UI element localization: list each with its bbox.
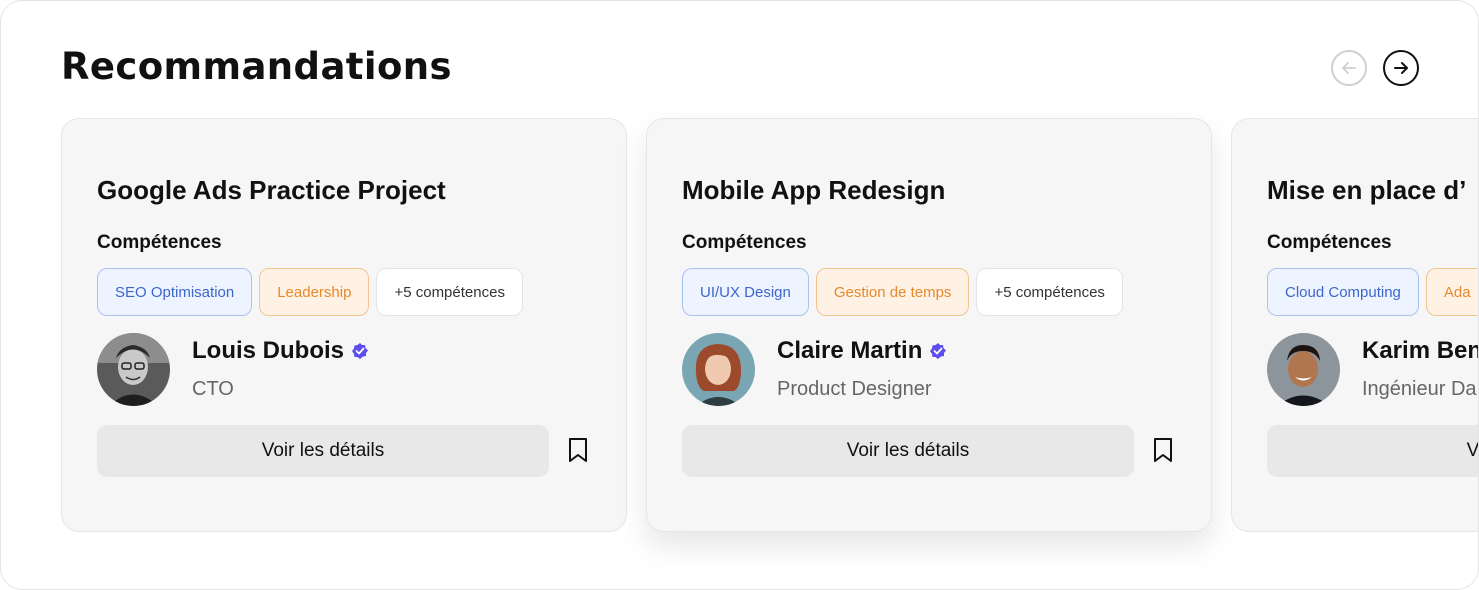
verified-badge-icon [352, 343, 368, 359]
person-role: Product Designer [777, 378, 932, 400]
project-title: Mise en place d’ [1267, 175, 1467, 205]
skill-tag[interactable]: Leadership [259, 268, 370, 316]
skills-label: Compétences [97, 232, 222, 253]
page-title: Recommandations [61, 45, 452, 88]
carousel-prev-button[interactable] [1331, 50, 1367, 86]
skills-label: Compétences [682, 232, 807, 253]
skill-tag[interactable]: UI/UX Design [682, 268, 809, 316]
skill-tag[interactable]: Gestion de temps [815, 268, 970, 316]
skill-tag[interactable]: SEO Optimisation [97, 268, 253, 316]
person-role: Ingénieur Da [1362, 378, 1477, 400]
recommendation-card: Mise en place d’ Compétences Cloud Compu… [1231, 118, 1478, 532]
avatar [1267, 333, 1340, 406]
person-name[interactable]: Claire Martin [777, 337, 922, 365]
skills-label: Compétences [1267, 232, 1392, 253]
more-skills-tag[interactable]: +5 compétences [976, 268, 1123, 316]
verified-badge-icon [930, 343, 947, 359]
person-name-row: Claire Martin [777, 337, 947, 365]
avatar [97, 333, 170, 406]
person-name[interactable]: Karim Ben [1362, 337, 1478, 365]
person-name-row: Louis Dubois [192, 337, 369, 365]
recommendation-card: Google Ads Practice Project Compétences … [61, 118, 627, 532]
carousel-next-button[interactable] [1383, 50, 1419, 86]
skill-tag[interactable]: Cloud Computing [1267, 268, 1419, 316]
view-details-button[interactable]: Voir les détails [97, 425, 549, 477]
avatar [682, 333, 755, 406]
arrow-right-icon [1394, 62, 1408, 74]
arrow-left-icon [1342, 62, 1356, 74]
bookmark-icon[interactable] [567, 437, 589, 463]
more-skills-tag[interactable]: +5 compétences [376, 268, 523, 316]
bookmark-icon[interactable] [1152, 437, 1174, 463]
view-details-button[interactable]: Voir le [1267, 425, 1478, 477]
view-details-button[interactable]: Voir les détails [682, 425, 1134, 477]
project-title: Google Ads Practice Project [97, 175, 446, 205]
person-name-row: Karim Ben [1362, 337, 1478, 365]
skill-tag[interactable]: Ada [1425, 268, 1478, 316]
skill-tags: Cloud Computing Ada [1267, 268, 1478, 316]
cards-carousel: Google Ads Practice Project Compétences … [1, 118, 1478, 548]
project-title: Mobile App Redesign [682, 175, 946, 205]
person-name[interactable]: Louis Dubois [192, 337, 344, 365]
recommendation-card: Mobile App Redesign Compétences UI/UX De… [646, 118, 1212, 532]
recommendations-panel: Recommandations Google Ads Practice Proj… [0, 0, 1479, 590]
skill-tags: UI/UX Design Gestion de temps +5 compéte… [682, 268, 1123, 316]
skill-tags: SEO Optimisation Leadership +5 compétenc… [97, 268, 523, 316]
person-role: CTO [192, 378, 234, 400]
